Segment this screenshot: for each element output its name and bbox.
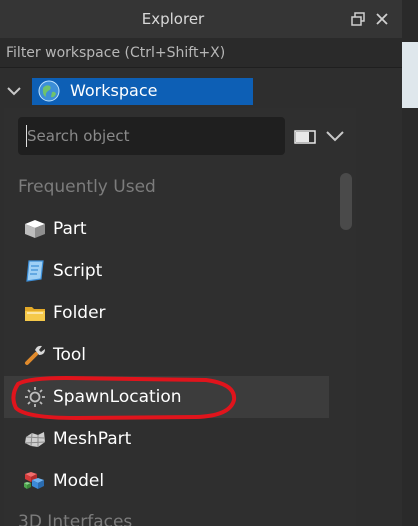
close-icon[interactable] (373, 9, 391, 29)
restore-window-icon[interactable] (349, 9, 367, 29)
panel-title: Explorer (141, 10, 205, 28)
section-header-frequently-used: Frequently Used (18, 177, 156, 197)
explorer-titlebar: Explorer (0, 0, 402, 38)
list-item-label: Model (53, 471, 105, 491)
viewport-edge (402, 0, 418, 526)
list-item-model[interactable]: Model (4, 460, 329, 502)
list-item-script[interactable]: Script (4, 250, 329, 292)
list-item-folder[interactable]: Folder (4, 292, 329, 334)
script-icon (23, 260, 47, 282)
tool-icon (23, 344, 47, 366)
list-item-spawn-location[interactable]: SpawnLocation (4, 376, 329, 418)
list-item-label: Part (53, 219, 87, 239)
workspace-label: Workspace (70, 81, 158, 100)
explorer-panel: Explorer Filter workspace (Ctrl+Shift+X)… (0, 0, 402, 526)
search-object-input[interactable] (18, 117, 285, 155)
search-object-box (18, 117, 285, 155)
globe-icon (38, 80, 60, 102)
studio-window: Explorer Filter workspace (Ctrl+Shift+X)… (0, 0, 418, 526)
list-item-part[interactable]: Part (4, 208, 329, 250)
list-item-label: Tool (53, 345, 87, 365)
list-item-label: MeshPart (53, 429, 132, 449)
scrollbar-thumb[interactable] (340, 173, 352, 230)
spawn-location-icon (23, 386, 47, 408)
folder-icon (23, 302, 47, 324)
text-caret (26, 125, 27, 147)
list-item-label: SpawnLocation (53, 387, 182, 407)
view-mode-icon[interactable] (294, 129, 316, 144)
chevron-down-icon[interactable] (324, 126, 346, 146)
mesh-part-icon (23, 428, 47, 450)
list-item-label: Folder (53, 303, 106, 323)
list-item-mesh-part[interactable]: MeshPart (4, 418, 329, 460)
tree-item-workspace[interactable]: Workspace (0, 76, 402, 106)
model-icon (23, 470, 47, 492)
viewport-sky (402, 42, 418, 108)
list-item-tool[interactable]: Tool (4, 334, 329, 376)
filter-workspace-input[interactable] (0, 38, 402, 68)
section-header-3d-interfaces: 3D Interfaces (18, 512, 133, 526)
chevron-down-icon[interactable] (4, 81, 24, 101)
list-item-label: Script (53, 261, 103, 281)
part-icon (23, 218, 47, 240)
